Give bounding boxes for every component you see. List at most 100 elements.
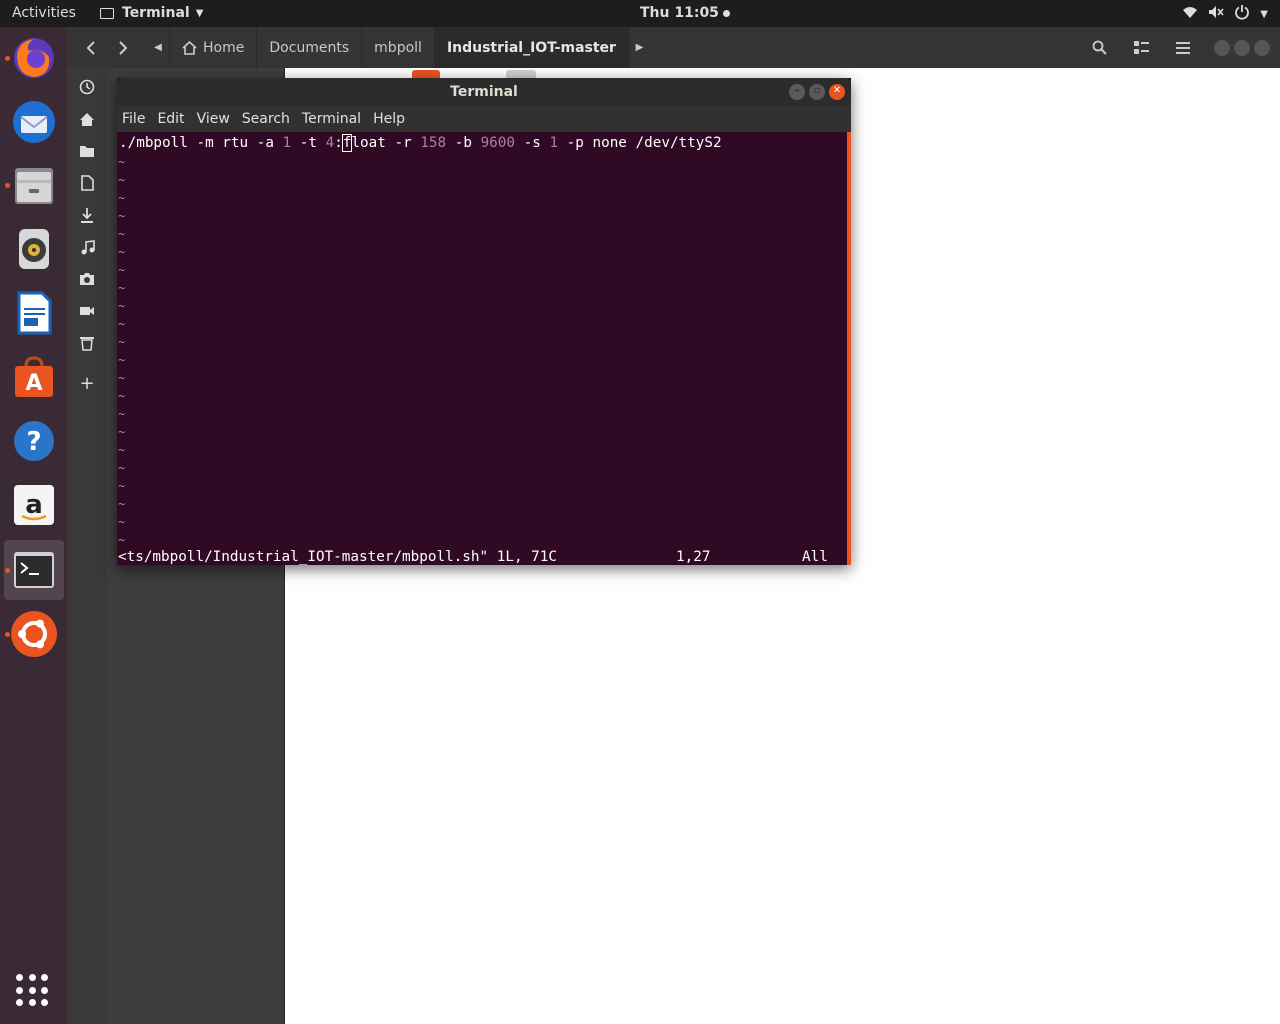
file-item-peek bbox=[506, 70, 536, 78]
editor-line: ./mbpoll -m rtu -a 1 -t 4:float -r 158 -… bbox=[119, 134, 722, 152]
dock-writer[interactable] bbox=[4, 283, 64, 343]
empty-line-marker: ~ bbox=[118, 353, 126, 367]
files-sidebar: + bbox=[67, 68, 107, 1024]
clock-label: Thu 11:05 bbox=[640, 5, 719, 21]
software-icon: A bbox=[15, 356, 53, 397]
wifi-icon bbox=[1182, 5, 1198, 23]
status-filename: <ts/mbpoll/Industrial_IOT-master/mbpoll.… bbox=[118, 549, 557, 565]
camera-icon[interactable] bbox=[78, 270, 96, 288]
dock-amazon[interactable]: a bbox=[4, 475, 64, 535]
app-menu-label: Terminal bbox=[122, 5, 190, 21]
clock[interactable]: Thu 11:05 bbox=[640, 5, 730, 21]
breadcrumb-label: Home bbox=[203, 39, 245, 56]
menu-edit[interactable]: Edit bbox=[157, 111, 184, 127]
notification-dot-icon bbox=[722, 9, 730, 17]
hamburger-icon bbox=[1176, 41, 1190, 54]
volume-muted-icon bbox=[1208, 5, 1224, 23]
back-button[interactable] bbox=[77, 35, 105, 61]
video-icon[interactable] bbox=[78, 302, 96, 320]
empty-line-marker: ~ bbox=[118, 209, 126, 223]
folder-icon[interactable] bbox=[78, 142, 96, 160]
thunderbird-icon bbox=[13, 101, 55, 143]
terminal-icon bbox=[14, 552, 54, 588]
empty-line-marker: ~ bbox=[118, 479, 126, 493]
empty-line-marker: ~ bbox=[118, 533, 126, 547]
breadcrumb-home[interactable]: Home bbox=[169, 27, 256, 68]
empty-line-marker: ~ bbox=[118, 317, 126, 331]
dock-software[interactable]: A bbox=[4, 347, 64, 407]
close-button[interactable]: ✕ bbox=[829, 84, 845, 100]
empty-line-marker: ~ bbox=[118, 515, 126, 529]
system-tray[interactable]: ▼ bbox=[1182, 4, 1268, 24]
close-button[interactable] bbox=[1254, 39, 1270, 56]
music-icon[interactable] bbox=[78, 238, 96, 256]
minimize-button[interactable] bbox=[1214, 39, 1230, 56]
svg-text:?: ? bbox=[26, 427, 41, 457]
empty-line-marker: ~ bbox=[118, 335, 126, 349]
maximize-button[interactable]: ▫ bbox=[809, 84, 825, 100]
menu-search[interactable]: Search bbox=[242, 111, 290, 127]
search-icon bbox=[1092, 40, 1107, 55]
app-menu[interactable]: Terminal ▼ bbox=[100, 5, 203, 21]
empty-line-marker: ~ bbox=[118, 425, 126, 439]
dock-ubuntu[interactable] bbox=[4, 604, 64, 664]
show-applications-icon[interactable] bbox=[16, 974, 50, 1008]
search-button[interactable] bbox=[1078, 27, 1120, 68]
firefox-icon bbox=[14, 38, 54, 78]
empty-line-marker: ~ bbox=[118, 263, 126, 277]
terminal-menubar: File Edit View Search Terminal Help bbox=[117, 106, 851, 132]
terminal-titlebar[interactable]: Terminal – ▫ ✕ bbox=[117, 78, 851, 106]
status-scroll-position: All bbox=[802, 549, 828, 565]
files-headerbar: ◀ Home Documents mbpoll Industrial_IOT-m… bbox=[67, 27, 1280, 68]
recent-icon[interactable] bbox=[78, 78, 96, 96]
empty-line-marker: ~ bbox=[118, 443, 126, 457]
view-options-button[interactable] bbox=[1120, 27, 1162, 68]
menu-file[interactable]: File bbox=[122, 111, 145, 127]
chevron-right-icon bbox=[119, 41, 128, 55]
writer-icon bbox=[17, 291, 52, 335]
caret-down-icon: ▼ bbox=[195, 7, 204, 19]
power-icon bbox=[1234, 4, 1250, 24]
dock-terminal[interactable] bbox=[4, 540, 64, 600]
menu-view[interactable]: View bbox=[197, 111, 230, 127]
document-icon[interactable] bbox=[78, 174, 96, 192]
terminal-scrollbar[interactable] bbox=[847, 132, 851, 565]
home-icon[interactable] bbox=[78, 110, 96, 128]
dock-firefox[interactable] bbox=[4, 28, 64, 88]
dock-files[interactable] bbox=[4, 155, 64, 215]
forward-button[interactable] bbox=[109, 35, 137, 61]
empty-line-marker: ~ bbox=[118, 461, 126, 475]
chevron-left-icon bbox=[86, 41, 95, 55]
menu-help[interactable]: Help bbox=[373, 111, 405, 127]
breadcrumb-left-arrow-icon[interactable]: ◀ bbox=[147, 27, 169, 68]
dock-rhythmbox[interactable] bbox=[4, 219, 64, 279]
terminal-small-icon bbox=[100, 7, 114, 19]
minimize-button[interactable]: – bbox=[789, 84, 805, 100]
menu-terminal[interactable]: Terminal bbox=[302, 111, 361, 127]
terminal-text-area[interactable]: ./mbpoll -m rtu -a 1 -t 4:float -r 158 -… bbox=[117, 132, 847, 565]
rhythmbox-icon bbox=[19, 229, 49, 269]
trash-icon[interactable] bbox=[78, 334, 96, 352]
svg-text:A: A bbox=[25, 371, 42, 396]
dock-thunderbird[interactable] bbox=[4, 92, 64, 152]
menu-button[interactable] bbox=[1162, 27, 1204, 68]
empty-line-marker: ~ bbox=[118, 497, 126, 511]
list-view-icon bbox=[1133, 41, 1149, 54]
breadcrumb-documents[interactable]: Documents bbox=[256, 27, 361, 68]
download-icon[interactable] bbox=[78, 206, 96, 224]
dock-help[interactable]: ? bbox=[4, 411, 64, 471]
empty-line-marker: ~ bbox=[118, 281, 126, 295]
breadcrumb-mbpoll[interactable]: mbpoll bbox=[361, 27, 434, 68]
svg-text:a: a bbox=[25, 490, 43, 520]
empty-line-marker: ~ bbox=[118, 245, 126, 259]
empty-line-marker: ~ bbox=[118, 191, 126, 205]
maximize-button[interactable] bbox=[1234, 39, 1250, 56]
empty-line-marker: ~ bbox=[118, 227, 126, 241]
plus-icon[interactable]: + bbox=[78, 373, 96, 394]
breadcrumb-current[interactable]: Industrial_IOT-master bbox=[433, 27, 628, 68]
activities-button[interactable]: Activities bbox=[12, 5, 76, 21]
breadcrumb-right-arrow-icon[interactable]: ▶ bbox=[627, 27, 650, 68]
breadcrumb: ◀ Home Documents mbpoll Industrial_IOT-m… bbox=[147, 27, 650, 68]
amazon-icon: a bbox=[14, 485, 54, 525]
files-icon bbox=[15, 168, 53, 204]
